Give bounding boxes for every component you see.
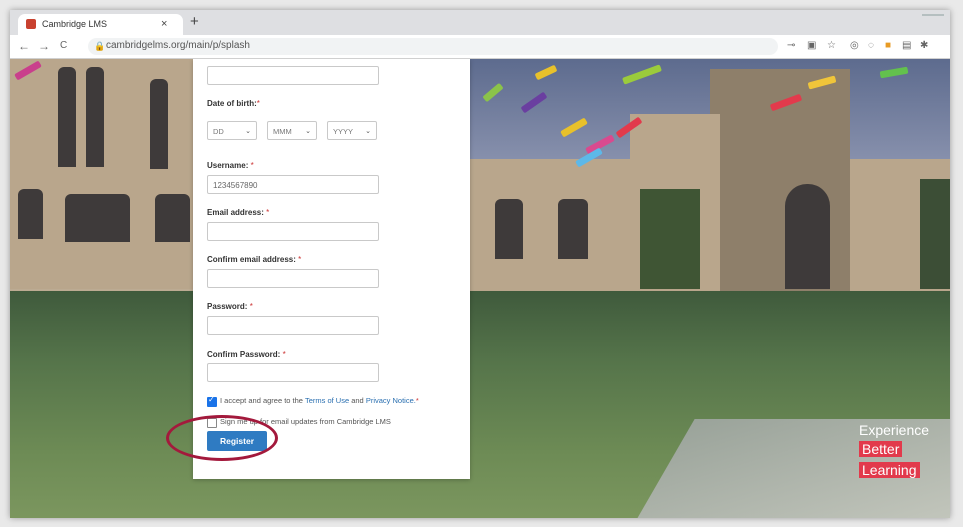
address-bar[interactable]: 🔒 cambridgelms.org/main/p/splash xyxy=(88,38,778,55)
dob-day-select[interactable]: DD ⌄ xyxy=(207,121,257,140)
tab-strip: Cambridge LMS × + xyxy=(10,10,950,35)
chapel-window xyxy=(150,79,168,169)
tagline: Experience Better Learning xyxy=(859,422,929,480)
password-input[interactable] xyxy=(207,316,379,335)
dob-label: Date of birth:* xyxy=(207,99,260,108)
previous-field-input[interactable] xyxy=(207,66,379,85)
tagline-experience: Experience xyxy=(859,422,930,438)
puzzle-icon[interactable]: ✱ xyxy=(920,40,928,52)
terms-of-use-link[interactable]: Terms of Use xyxy=(305,396,349,405)
chapel-window xyxy=(155,194,190,242)
tagline-learning: Learning xyxy=(859,462,920,478)
key-icon[interactable]: ⊸ xyxy=(787,40,795,52)
browser-tab[interactable]: Cambridge LMS × xyxy=(18,14,183,35)
close-tab-icon[interactable]: × xyxy=(161,14,167,35)
confirm-email-input[interactable] xyxy=(207,269,379,288)
back-button[interactable]: ← xyxy=(18,38,30,54)
tab-title: Cambridge LMS xyxy=(42,19,108,29)
password-label: Password: * xyxy=(207,302,253,311)
college-window xyxy=(558,199,588,259)
dob-month-select[interactable]: MMM ⌄ xyxy=(267,121,317,140)
email-input[interactable] xyxy=(207,222,379,241)
lock-icon: 🔒 xyxy=(94,41,106,51)
confirm-email-label: Confirm email address: * xyxy=(207,255,302,264)
translate-icon[interactable]: ▣ xyxy=(807,40,816,52)
extension-icon-4[interactable]: ▤ xyxy=(902,40,911,52)
privacy-notice-link[interactable]: Privacy Notice. xyxy=(366,396,416,405)
chapel-window xyxy=(58,67,76,167)
browser-window: Cambridge LMS × + ← → C 🔒 cambridgelms.o… xyxy=(10,10,950,518)
chevron-down-icon: ⌄ xyxy=(245,128,251,135)
forward-button[interactable]: → xyxy=(38,38,50,54)
address-toolbar: ← → C 🔒 cambridgelms.org/main/p/splash ⊸… xyxy=(10,35,950,59)
minimize-icon[interactable] xyxy=(922,14,944,26)
chevron-down-icon: ⌄ xyxy=(365,128,371,135)
tree xyxy=(640,189,700,289)
star-icon[interactable]: ☆ xyxy=(827,40,836,52)
email-label: Email address: * xyxy=(207,208,270,217)
confirm-password-input[interactable] xyxy=(207,363,379,382)
extension-icon[interactable]: ◎ xyxy=(850,40,859,52)
confirm-password-label: Confirm Password: * xyxy=(207,350,286,359)
chapel-window xyxy=(86,67,104,167)
username-label: Username: * xyxy=(207,161,254,170)
gatehouse-arch xyxy=(785,184,830,289)
college-window xyxy=(495,199,523,259)
cambridge-shield-icon xyxy=(26,19,36,29)
url-text[interactable]: cambridgelms.org/main/p/splash xyxy=(106,40,250,51)
username-input[interactable]: 1234567890 xyxy=(207,175,379,194)
chapel-window xyxy=(65,194,130,242)
dob-year-select[interactable]: YYYY ⌄ xyxy=(327,121,377,140)
terms-checkbox[interactable] xyxy=(207,395,217,407)
tree xyxy=(920,179,950,289)
chevron-down-icon: ⌄ xyxy=(305,128,311,135)
extension-icon-3[interactable]: ■ xyxy=(885,40,891,52)
terms-text: I accept and agree to the Terms of Use a… xyxy=(220,396,419,405)
chapel-window xyxy=(18,189,43,239)
reload-button[interactable]: C xyxy=(60,38,67,54)
register-highlight-circle xyxy=(166,415,278,461)
new-tab-button[interactable]: + xyxy=(190,13,199,31)
page-content: Date of birth:* DD ⌄ MMM ⌄ YYYY ⌄ Username:… xyxy=(10,59,950,518)
extension-icon-2[interactable]: ◌ xyxy=(868,40,874,52)
tagline-better: Better xyxy=(859,441,903,457)
